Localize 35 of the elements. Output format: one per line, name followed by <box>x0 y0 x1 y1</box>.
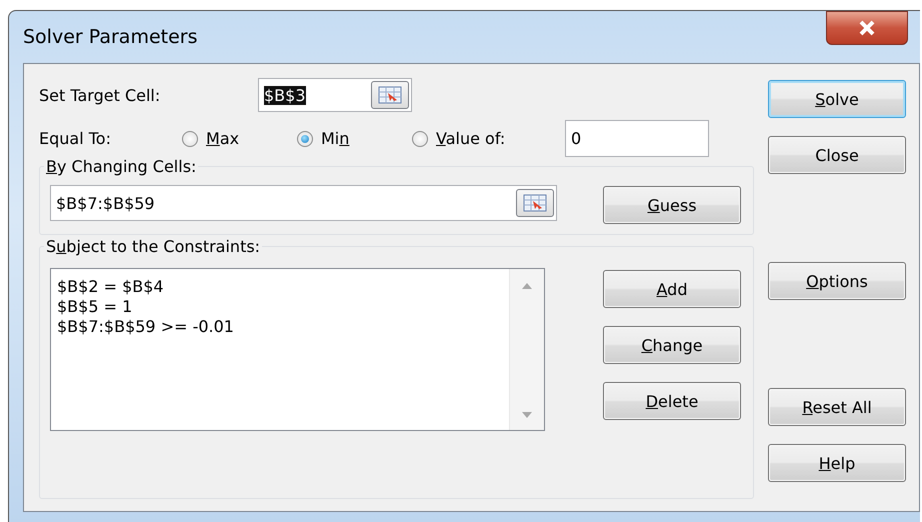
dialog-button[interactable]: Solve <box>768 80 906 118</box>
target-cell-field[interactable]: $B$3 <box>258 78 412 112</box>
group-label: By Changing Cells: <box>45 157 198 176</box>
range-picker-button[interactable] <box>516 189 554 217</box>
dialog-button[interactable]: Close <box>768 136 906 174</box>
field-label: Set Target Cell: <box>39 86 162 104</box>
radio-label[interactable]: Max <box>206 129 240 148</box>
radio-button[interactable] <box>182 130 198 146</box>
window-title: Solver Parameters <box>23 26 198 48</box>
radio-label[interactable]: Min <box>321 129 350 148</box>
grid-arrow-icon <box>378 86 402 104</box>
constraint-button[interactable]: Change <box>603 326 741 364</box>
radio-button[interactable] <box>412 130 428 146</box>
guess-button[interactable]: Guess <box>603 186 741 224</box>
value-field[interactable]: 0 <box>565 120 709 157</box>
list-item[interactable]: $B$2 = $B$4 <box>57 277 164 297</box>
dialog-button[interactable]: Reset All <box>768 388 906 426</box>
grid-arrow-icon <box>523 194 547 212</box>
constraint-button[interactable]: Add <box>603 270 741 308</box>
list-item[interactable]: $B$5 = 1 <box>57 297 132 317</box>
close-icon <box>858 20 876 36</box>
scroll-up-icon[interactable] <box>522 283 532 289</box>
dialog-button[interactable]: Options <box>768 262 906 300</box>
list-item[interactable]: $B$7:$B$59 >= -0.01 <box>57 317 234 337</box>
radio-button[interactable] <box>297 130 313 146</box>
range-picker-button[interactable] <box>371 81 409 109</box>
constraints-list[interactable]: $B$2 = $B$4 $B$5 = 1 $B$7:$B$59 >= -0.01 <box>50 268 545 431</box>
radio-label[interactable]: Value of: <box>436 129 506 148</box>
group-label: Subject to the Constraints: <box>45 237 262 256</box>
dialog-button[interactable]: Help <box>768 444 906 482</box>
constraint-button[interactable]: Delete <box>603 382 741 420</box>
scroll-down-icon[interactable] <box>522 412 532 418</box>
field-label: Equal To: <box>39 129 112 148</box>
close-button[interactable] <box>826 11 908 45</box>
changing-cells-field[interactable]: $B$7:$B$59 <box>50 185 557 221</box>
